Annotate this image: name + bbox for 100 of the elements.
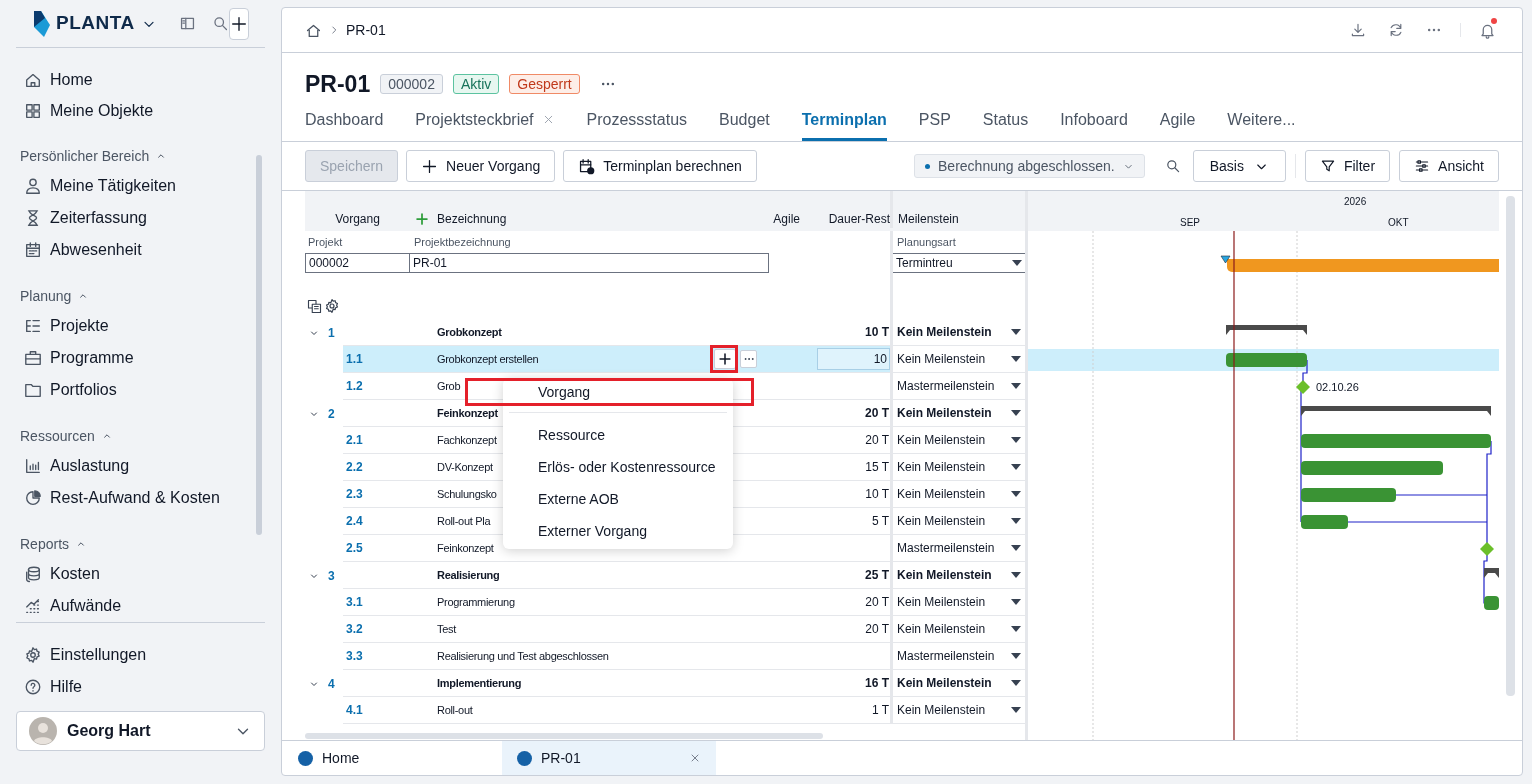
tab[interactable]: Weitere... [1227, 101, 1296, 141]
milestone-dropdown[interactable]: Mastermeilenstein [893, 373, 1025, 400]
milestone-dropdown[interactable]: Kein Meilenstein [893, 589, 1025, 616]
caret-icon [1011, 572, 1021, 578]
milestone-dropdown[interactable]: Kein Meilenstein [893, 346, 1025, 373]
milestone-dropdown[interactable]: Kein Meilenstein [893, 697, 1025, 724]
row-id: 2.1 [346, 433, 363, 447]
add-button[interactable] [228, 7, 249, 40]
nav-item[interactable]: Rest-Aufwand & Kosten [16, 482, 265, 514]
tab[interactable]: Terminplan [801, 101, 887, 141]
panel-icon [178, 15, 196, 32]
tab[interactable]: Prozessstatus [586, 101, 688, 141]
task-name: Fachkonzept [437, 432, 497, 448]
status-dropdown[interactable]: Berechnung abgeschlossen. [914, 154, 1145, 178]
task-name: Grobkonzept [437, 324, 502, 340]
task-name: Realisierung [437, 567, 500, 583]
input-field[interactable]: 000002 [305, 253, 410, 273]
task-name: DV-Konzept [437, 459, 493, 475]
baseline-dropdown[interactable]: Basis [1192, 150, 1286, 182]
caret-icon [1011, 356, 1021, 362]
section-header[interactable]: Ressourcen [16, 426, 265, 446]
table-row[interactable]: 3.3 Realisierung und Test abgeschlossen [343, 643, 890, 670]
tab[interactable]: PSP [918, 101, 951, 141]
nav-item[interactable]: Abwesenheit [16, 234, 265, 266]
milestone-dropdown[interactable]: Kein Meilenstein [893, 562, 1025, 589]
scrollbar-thumb[interactable] [256, 155, 262, 535]
tab[interactable]: Dashboard [305, 101, 384, 141]
duration-input[interactable]: 10 [817, 348, 890, 370]
table-row[interactable]: Realisierung 25 T [343, 562, 890, 589]
caret-icon [1011, 410, 1021, 416]
table-row[interactable]: 1.1 Grobkonzept erstellen 10 [343, 346, 890, 373]
milestone-dropdown[interactable]: Kein Meilenstein [893, 427, 1025, 454]
menu-item[interactable]: Ressource [503, 419, 733, 451]
nav-item[interactable]: Auslastung [16, 450, 265, 482]
nav-item[interactable]: Kosten [16, 558, 265, 590]
view-button[interactable]: Ansicht [1399, 150, 1499, 182]
scrollbar-thumb[interactable] [305, 733, 823, 739]
table-row[interactable]: 4.1 Roll-out 1 T [343, 697, 890, 724]
caret-icon [1011, 545, 1021, 551]
tab[interactable]: Status [982, 101, 1029, 141]
filter-icon [1319, 158, 1336, 174]
milestone-dropdown[interactable]: Kein Meilenstein [893, 670, 1025, 697]
menu-item[interactable]: Vorgang [503, 378, 733, 406]
nav-item[interactable]: Portfolios [16, 374, 265, 406]
nav-item[interactable]: Hilfe [16, 671, 265, 703]
milestone-diamond [1296, 380, 1310, 394]
column-header: Agile [772, 211, 800, 228]
more-button[interactable] [740, 350, 757, 368]
milestone-dropdown[interactable]: Kein Meilenstein [893, 508, 1025, 535]
milestone-dropdown[interactable]: Kein Meilenstein [893, 481, 1025, 508]
toolbar-button[interactable]: Neuer Vorgang [406, 150, 556, 182]
toolbar-button[interactable]: Terminplan berechnen [563, 150, 757, 182]
milestone-dropdown[interactable]: Kein Meilenstein [893, 454, 1025, 481]
nav-item[interactable]: Projekte [16, 310, 265, 342]
person-icon [24, 177, 42, 195]
tab[interactable]: Agile [1159, 101, 1196, 141]
window-tab[interactable]: Home [298, 741, 502, 775]
table-row[interactable]: Implementierung 16 T [343, 670, 890, 697]
milestone-dropdown[interactable]: Mastermeilenstein [893, 643, 1025, 670]
section-header[interactable]: Planung [16, 286, 265, 306]
month-label: SEP [1180, 216, 1200, 230]
filter-button[interactable]: Filter [1304, 150, 1391, 182]
nav-item[interactable]: Home [16, 65, 265, 96]
section-header[interactable]: Persönlicher Bereich [16, 146, 265, 166]
tab[interactable]: Infoboard [1060, 101, 1128, 141]
bar-chart-icon [24, 457, 42, 475]
milestone-dropdown[interactable]: Kein Meilenstein [893, 616, 1025, 643]
brand-logo[interactable]: PLANTA [32, 9, 157, 38]
dropdown-field[interactable]: Termintreu [893, 253, 1025, 273]
status-badge: Gesperrt [509, 74, 580, 94]
calendar-clock-icon [578, 157, 596, 175]
table-row[interactable]: 3.2 Test 20 T [343, 616, 890, 643]
copy-icon [307, 298, 322, 314]
tab[interactable]: Projektsteckbrief [415, 101, 555, 141]
window-tab[interactable]: PR-01 [502, 741, 716, 775]
section-header[interactable]: Reports [16, 534, 265, 554]
row-id: 3.3 [346, 649, 363, 663]
scrollbar-thumb[interactable] [1506, 196, 1515, 696]
nav-item[interactable]: Aufwände [16, 590, 265, 622]
nav-item[interactable]: Zeiterfassung [16, 202, 265, 234]
nav-item[interactable]: Programme [16, 342, 265, 374]
nav-item[interactable]: Meine Tätigkeiten [16, 170, 265, 202]
breadcrumb-item[interactable]: PR-01 [346, 19, 386, 41]
milestone-dropdown[interactable]: Mastermeilenstein [893, 535, 1025, 562]
user-menu[interactable]: Georg Hart [16, 711, 265, 751]
duration-text: 25 T [865, 567, 889, 584]
milestone-dropdown[interactable]: Kein Meilenstein [893, 319, 1025, 346]
input-field[interactable]: PR-01 [410, 253, 769, 273]
row-id: 1 [328, 324, 335, 342]
nav-item[interactable]: Meine Objekte [16, 95, 265, 126]
duration-text: 15 T [865, 459, 889, 476]
milestone-dropdown[interactable]: Kein Meilenstein [893, 400, 1025, 427]
start-marker-icon [1220, 255, 1231, 264]
menu-item[interactable]: Erlös- oder Kostenressource [503, 451, 733, 483]
table-row[interactable]: 3.1 Programmierung 20 T [343, 589, 890, 616]
caret-icon [1012, 260, 1022, 266]
row-id: 2.4 [346, 514, 363, 528]
tab[interactable]: Budget [719, 101, 770, 141]
nav-item[interactable]: Einstellungen [16, 639, 265, 671]
task-name: Schulungsko [437, 486, 497, 502]
